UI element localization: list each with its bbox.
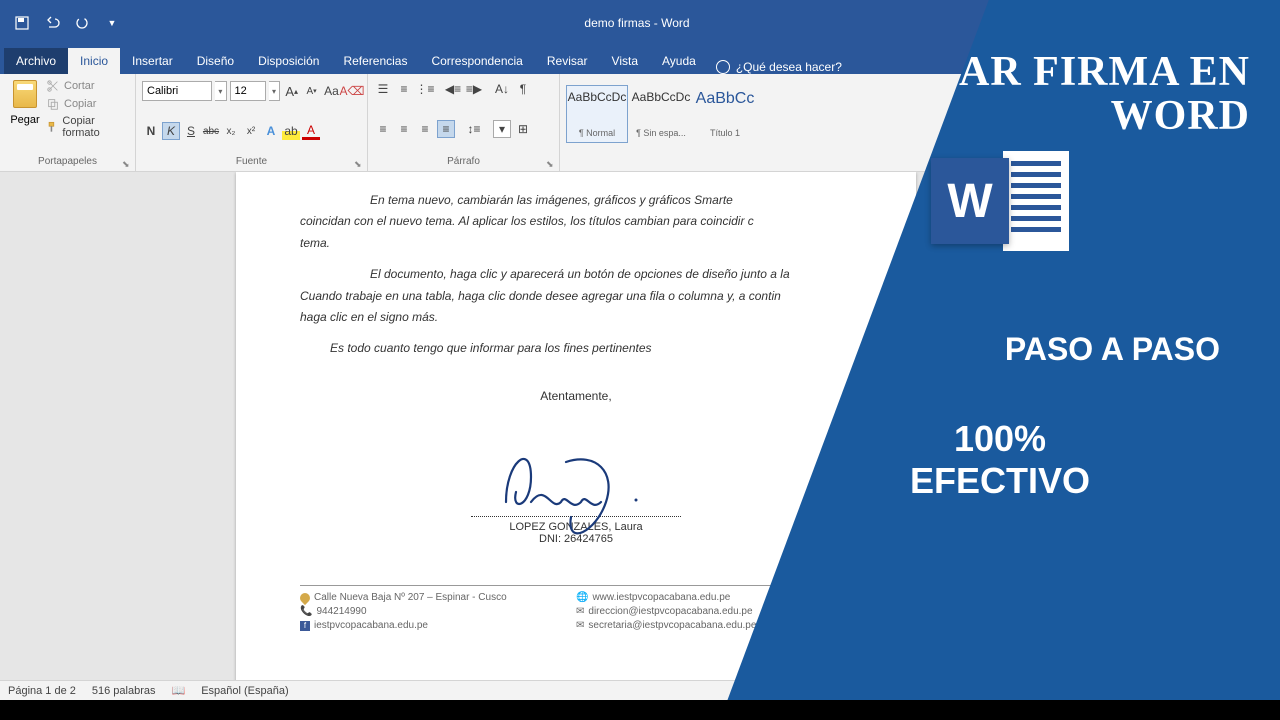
underline-button[interactable]: S bbox=[182, 122, 200, 140]
font-launcher-icon[interactable]: ⬊ bbox=[354, 159, 364, 169]
copy-icon bbox=[46, 97, 60, 111]
footer-address: Calle Nueva Baja Nº 207 – Espinar - Cusc… bbox=[314, 592, 507, 603]
style-normal[interactable]: AaBbCcDc ¶ Normal bbox=[566, 85, 628, 143]
sort-button[interactable]: A↓ bbox=[493, 80, 511, 98]
tab-view[interactable]: Vista bbox=[600, 48, 650, 74]
overlay-subtitle2: 100%EFECTIVO bbox=[910, 418, 1090, 501]
paragraph-label: Párrafo bbox=[374, 156, 553, 169]
quick-access-toolbar: ▼ bbox=[0, 15, 134, 31]
indent-button[interactable]: ≡▶ bbox=[465, 80, 483, 98]
bulb-icon bbox=[716, 60, 730, 74]
tab-mail[interactable]: Correspondencia bbox=[419, 48, 534, 74]
format-painter-button[interactable]: Copiar formato bbox=[44, 114, 129, 140]
align-center-button[interactable]: ≡ bbox=[395, 120, 413, 138]
subscript-button[interactable]: x₂ bbox=[222, 122, 240, 140]
align-left-button[interactable]: ≡ bbox=[374, 120, 392, 138]
font-label: Fuente bbox=[142, 156, 361, 169]
justify-button[interactable]: ≡ bbox=[437, 120, 455, 138]
tab-file[interactable]: Archivo bbox=[4, 48, 68, 74]
group-clipboard: Pegar Cortar Copiar Copiar formato Porta… bbox=[0, 74, 136, 171]
word-count[interactable]: 516 palabras bbox=[92, 685, 156, 697]
show-marks-button[interactable]: ¶ bbox=[514, 80, 532, 98]
tab-home[interactable]: Inicio bbox=[68, 48, 120, 74]
style-heading1[interactable]: AaBbCc Título 1 bbox=[694, 85, 756, 143]
clear-format-button[interactable]: A⌫ bbox=[343, 82, 361, 100]
save-icon[interactable] bbox=[14, 15, 30, 31]
highlight-button[interactable]: ab bbox=[282, 122, 300, 140]
outdent-button[interactable]: ◀≡ bbox=[444, 80, 462, 98]
footer-email: secretaria@iestpvcopacabana.edu.pe bbox=[588, 620, 756, 631]
shrink-font-button[interactable]: A▾ bbox=[303, 82, 320, 100]
phone-icon: 📞 bbox=[300, 606, 312, 617]
footer-email: direccion@iestpvcopacabana.edu.pe bbox=[588, 606, 752, 617]
body-text: El documento, haga clic y aparecerá un b… bbox=[300, 266, 852, 283]
tab-insert[interactable]: Insertar bbox=[120, 48, 185, 74]
body-text: coincidan con el nuevo tema. Al aplicar … bbox=[300, 213, 852, 230]
cut-button[interactable]: Cortar bbox=[44, 78, 129, 94]
word-logo: W bbox=[931, 158, 1069, 251]
facebook-icon: f bbox=[300, 621, 310, 631]
body-text: Cuando trabaje en una tabla, haga clic d… bbox=[300, 288, 852, 305]
tab-review[interactable]: Revisar bbox=[535, 48, 600, 74]
redo-icon[interactable] bbox=[74, 15, 90, 31]
tab-layout[interactable]: Disposición bbox=[246, 48, 331, 74]
chevron-down-icon[interactable]: ▾ bbox=[269, 81, 280, 101]
style-no-spacing[interactable]: AaBbCcDc ¶ Sin espa... bbox=[630, 85, 692, 143]
numbering-button[interactable]: ≡ bbox=[395, 80, 413, 98]
paste-label: Pegar bbox=[10, 114, 39, 126]
globe-icon: 🌐 bbox=[576, 592, 588, 603]
clipboard-label: Portapapeles bbox=[6, 156, 129, 169]
clipboard-icon bbox=[13, 80, 37, 108]
mail-icon: ✉ bbox=[576, 620, 584, 631]
text-effects-button[interactable]: A bbox=[262, 122, 280, 140]
group-paragraph: ☰ ≡ ⋮≡ ◀≡ ≡▶ A↓ ¶ ≡ ≡ ≡ ≡ ↕≡ ▾ ⊞ bbox=[368, 74, 560, 171]
chevron-down-icon[interactable]: ▾ bbox=[215, 81, 226, 101]
mail-icon: ✉ bbox=[576, 606, 584, 617]
signature-image bbox=[476, 422, 676, 552]
body-text: Es todo cuanto tengo que informar para l… bbox=[300, 340, 852, 357]
change-case-button[interactable]: Aa bbox=[323, 82, 340, 100]
tab-design[interactable]: Diseño bbox=[185, 48, 246, 74]
undo-icon[interactable] bbox=[44, 15, 60, 31]
italic-button[interactable]: K bbox=[162, 122, 180, 140]
tell-me-search[interactable]: ¿Qué desea hacer? bbox=[716, 60, 842, 74]
copy-button[interactable]: Copiar bbox=[44, 96, 129, 112]
shading-button[interactable]: ▾ bbox=[493, 120, 511, 138]
footer-web: www.iestpvcopacabana.edu.pe bbox=[592, 592, 730, 603]
paste-button[interactable]: Pegar bbox=[6, 76, 44, 150]
borders-button[interactable]: ⊞ bbox=[514, 120, 532, 138]
bold-button[interactable]: N bbox=[142, 122, 160, 140]
paragraph-launcher-icon[interactable]: ⬊ bbox=[546, 159, 556, 169]
clipboard-launcher-icon[interactable]: ⬊ bbox=[122, 159, 132, 169]
font-name-select[interactable]: Calibri bbox=[142, 81, 212, 101]
brush-icon bbox=[46, 120, 58, 134]
pin-icon bbox=[298, 591, 312, 605]
closing: Atentamente, bbox=[300, 388, 852, 405]
superscript-button[interactable]: x² bbox=[242, 122, 260, 140]
bullets-button[interactable]: ☰ bbox=[374, 80, 392, 98]
group-font: Calibri▾ 12▾ A▴ A▾ Aa A⌫ N K S abc x₂ x²… bbox=[136, 74, 368, 171]
font-color-button[interactable]: A bbox=[302, 122, 320, 140]
align-right-button[interactable]: ≡ bbox=[416, 120, 434, 138]
qat-dropdown-icon[interactable]: ▼ bbox=[104, 15, 120, 31]
page-indicator[interactable]: Página 1 de 2 bbox=[8, 685, 76, 697]
footer-phone: 944214990 bbox=[316, 606, 366, 617]
font-size-select[interactable]: 12 bbox=[230, 81, 266, 101]
strike-button[interactable]: abc bbox=[202, 122, 220, 140]
body-text: haga clic en el signo más. bbox=[300, 309, 852, 326]
spellcheck-icon[interactable]: 📖 bbox=[172, 684, 186, 697]
scissors-icon bbox=[46, 79, 60, 93]
body-text: tema. bbox=[300, 235, 852, 252]
grow-font-button[interactable]: A▴ bbox=[283, 82, 300, 100]
footer-fb: iestpvcopacabana.edu.pe bbox=[314, 620, 428, 631]
line-spacing-button[interactable]: ↕≡ bbox=[465, 120, 483, 138]
body-text: En tema nuevo, cambiarán las imágenes, g… bbox=[300, 192, 852, 209]
multilevel-button[interactable]: ⋮≡ bbox=[416, 80, 434, 98]
tab-references[interactable]: Referencias bbox=[331, 48, 419, 74]
black-border bbox=[0, 700, 1280, 720]
tab-help[interactable]: Ayuda bbox=[650, 48, 708, 74]
tell-me-label: ¿Qué desea hacer? bbox=[736, 60, 842, 74]
language-indicator[interactable]: Español (España) bbox=[201, 685, 288, 697]
